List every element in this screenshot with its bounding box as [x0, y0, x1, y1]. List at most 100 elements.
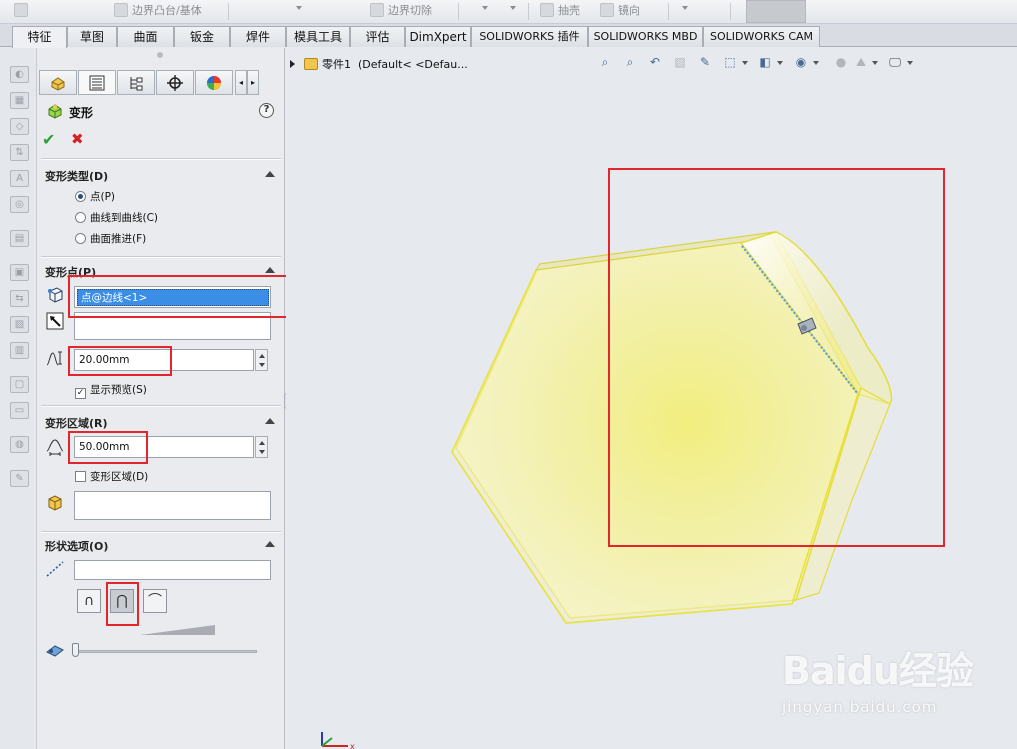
featuremanager-tab[interactable] — [39, 70, 77, 95]
propertymanager-tab[interactable] — [78, 70, 116, 95]
chevron-down-icon[interactable] — [510, 6, 516, 10]
watermark: Baidu经验 jingyan.baidu.com — [782, 640, 1002, 730]
tool-icon[interactable]: ▨ — [10, 316, 29, 333]
distance-spinner[interactable] — [255, 349, 268, 371]
close-icon: ✖ — [71, 130, 84, 148]
configurationmanager-tab[interactable] — [117, 70, 155, 95]
shell-button[interactable]: 抽壳 — [540, 2, 580, 20]
collapse-icon[interactable] — [265, 267, 275, 273]
tab-evaluate[interactable]: 评估 — [350, 26, 405, 47]
slider-thumb[interactable] — [72, 643, 79, 657]
boundary-cut-icon — [370, 3, 384, 17]
tool-icon[interactable]: ✎ — [10, 470, 29, 487]
direction-arrow-icon — [45, 312, 65, 332]
separator — [730, 3, 731, 20]
tool-icon[interactable]: ▢ — [10, 376, 29, 393]
tool-icon[interactable]: ▣ — [10, 264, 29, 281]
checkbox-label: 变形区域(D) — [90, 471, 149, 483]
fixed-bodies-field[interactable] — [74, 491, 271, 520]
deform-axis-icon — [45, 560, 65, 580]
shape-curve-icon: ⋂ — [116, 593, 128, 609]
tool-icon[interactable]: ◇ — [10, 118, 29, 135]
stiffness-max-button[interactable]: ⌒ — [143, 589, 167, 613]
tab-scroll-left[interactable]: ◂ — [235, 70, 247, 95]
tool-icon[interactable]: ⇅ — [10, 144, 29, 161]
section-title-shape-options: 形状选项(O) — [45, 540, 109, 553]
reference-triad: x — [321, 732, 355, 749]
radio-curve-to-curve[interactable]: 曲线到曲线(C) — [75, 210, 158, 226]
tab-surfaces[interactable]: 曲面 — [117, 26, 174, 47]
tool-icon[interactable]: ◐ — [10, 66, 29, 83]
page-title: 变形 — [69, 106, 94, 120]
tab-solidworks-mbd[interactable]: SOLIDWORKS MBD — [588, 26, 703, 47]
stiffness-min-button[interactable]: ∩ — [77, 589, 101, 613]
help-icon[interactable]: ? — [259, 103, 274, 118]
tool-icon[interactable]: ⇆ — [10, 290, 29, 307]
part-icon — [51, 77, 65, 91]
checkbox-checked-icon: ✓ — [75, 388, 86, 399]
tab-solidworks-addins[interactable]: SOLIDWORKS 插件 — [471, 26, 588, 47]
dimxpert-tab[interactable] — [156, 70, 194, 95]
collapse-icon[interactable] — [265, 171, 275, 177]
tab-sketch[interactable]: 草图 — [67, 26, 117, 47]
tool-icon[interactable]: A — [10, 170, 29, 187]
mirror-label: 镜向 — [618, 4, 640, 17]
radio-point[interactable]: 点(P) — [75, 189, 115, 205]
shape-accuracy-slider[interactable] — [73, 650, 257, 653]
ok-button[interactable]: ✔ — [42, 130, 55, 149]
chevron-down-icon[interactable] — [682, 6, 688, 10]
collapse-icon[interactable] — [265, 541, 275, 547]
mirror-icon — [600, 3, 614, 17]
tool-icon[interactable]: ▭ — [10, 402, 29, 419]
chevron-down-icon[interactable] — [482, 6, 488, 10]
cancel-button[interactable]: ✖ — [71, 130, 84, 148]
tool-icon[interactable]: ▤ — [10, 230, 29, 247]
tab-features[interactable]: 特征 — [12, 26, 67, 48]
panel-grip[interactable] — [157, 52, 163, 58]
shape-curve-icon: ⌒ — [148, 593, 162, 609]
separator — [228, 3, 229, 20]
deform-direction-field[interactable] — [74, 312, 271, 340]
tab-scroll-right[interactable]: ▸ — [247, 70, 259, 95]
section-title-deform-type: 变形类型(D) — [45, 170, 109, 183]
tab-mold-tools[interactable]: 模具工具 — [286, 26, 350, 47]
radio-surface-push[interactable]: 曲面推进(F) — [75, 231, 146, 247]
boundary-boss-label: 边界凸台/基体 — [132, 4, 202, 17]
deform-region-checkbox[interactable]: 变形区域(D) — [75, 469, 148, 485]
radio-label: 点(P) — [90, 191, 116, 203]
boundary-boss-button[interactable]: 边界凸台/基体 — [114, 2, 202, 20]
appearance-icon — [207, 76, 221, 90]
collapse-icon[interactable] — [265, 418, 275, 424]
watermark-brand: Baidu经验 — [782, 649, 974, 693]
deform-point-selection-box[interactable]: 点@边线<1> — [74, 286, 271, 308]
deform-radius-input[interactable]: 50.00mm — [74, 436, 254, 458]
show-preview-checkbox[interactable]: ✓ 显示预览(S) — [75, 382, 147, 399]
tool-icon[interactable]: ◎ — [10, 196, 29, 213]
watermark-url: jingyan.baidu.com — [782, 698, 938, 716]
mirror-button[interactable]: 镜向 — [600, 2, 640, 20]
property-manager: ◂ ▸ 变形 ? ✔ ✖ 变形类型(D) 点(P) 曲线到曲线(C) 曲面推进(… — [37, 48, 290, 749]
boundary-cut-button[interactable]: 边界切除 — [370, 2, 432, 20]
divider — [41, 532, 281, 533]
boundary-cut-label: 边界切除 — [388, 4, 432, 17]
radius-spinner[interactable] — [255, 436, 268, 458]
pm-header: 变形 ? — [45, 103, 281, 123]
deform-axis-field[interactable] — [74, 560, 271, 580]
tool-icon[interactable]: ▦ — [10, 92, 29, 109]
checkbox-label: 显示预览(S) — [90, 384, 147, 396]
stiffness-medium-button[interactable]: ⋂ — [110, 589, 134, 613]
tool-icon[interactable]: ◍ — [10, 436, 29, 453]
chevron-down-icon[interactable] — [296, 6, 302, 10]
tab-dimxpert[interactable]: DimXpert — [405, 26, 471, 47]
tool-icon[interactable]: ▥ — [10, 342, 29, 359]
tab-solidworks-cam[interactable]: SOLIDWORKS CAM — [703, 26, 820, 47]
config-tree-icon — [130, 77, 143, 91]
tab-sheet-metal[interactable]: 钣金 — [174, 26, 230, 47]
selected-entity[interactable]: 点@边线<1> — [77, 289, 269, 306]
tab-weldments[interactable]: 焊件 — [230, 26, 286, 47]
shape-accuracy-icon — [45, 642, 65, 662]
deform-distance-input[interactable]: 20.00mm — [74, 349, 254, 371]
display-manager-tab[interactable] — [195, 70, 233, 95]
radio-label: 曲线到曲线(C) — [90, 212, 159, 224]
radio-icon — [75, 233, 86, 244]
